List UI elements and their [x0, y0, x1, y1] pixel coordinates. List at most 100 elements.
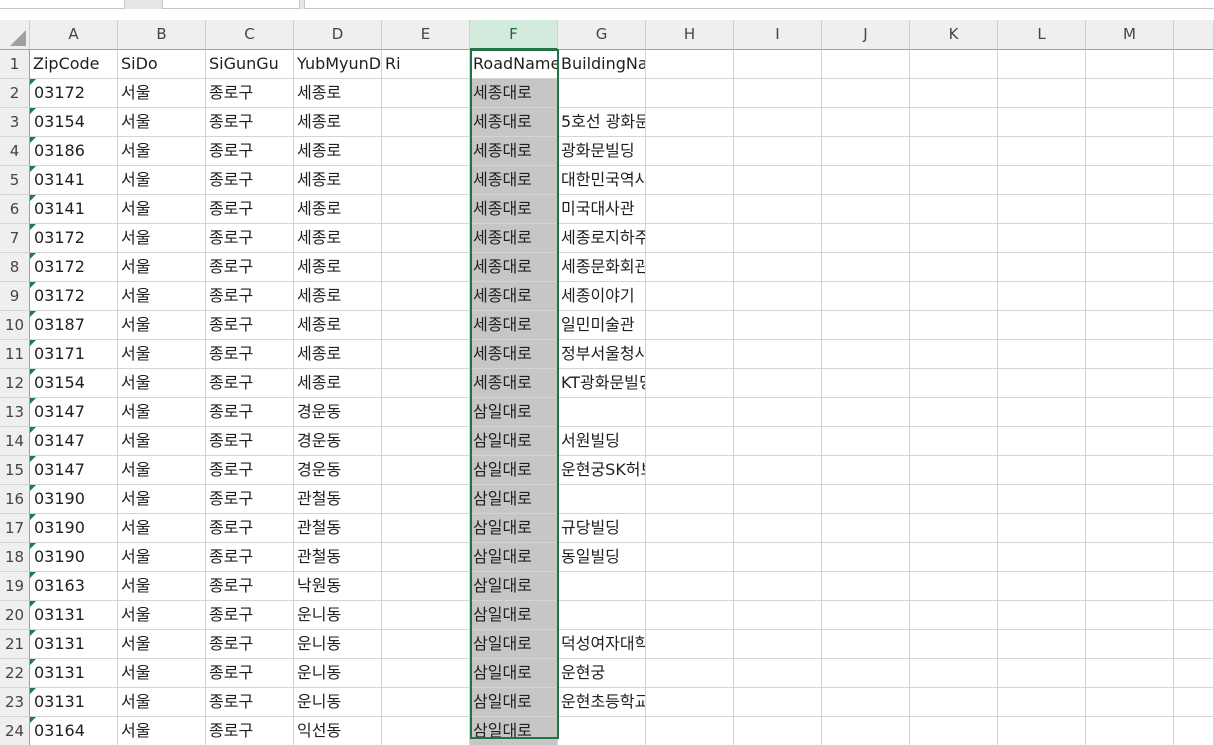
cell-m[interactable]	[1086, 50, 1174, 79]
cell-i[interactable]	[734, 688, 822, 717]
cell-a[interactable]: 03147	[30, 456, 118, 485]
cell-i[interactable]	[734, 79, 822, 108]
cell-i[interactable]	[734, 108, 822, 137]
cell-k[interactable]	[910, 630, 998, 659]
cell-g[interactable]: 광화문빌딩	[558, 137, 646, 166]
cell-d[interactable]: 관철동	[294, 514, 382, 543]
cell-n[interactable]	[1174, 108, 1214, 137]
cell-e[interactable]	[382, 137, 470, 166]
cell-c[interactable]: 종로구	[206, 166, 294, 195]
cell-e[interactable]	[382, 485, 470, 514]
row-header[interactable]: 8	[0, 253, 30, 282]
cell-f[interactable]: 세종대로	[470, 108, 558, 137]
cell-e[interactable]	[382, 166, 470, 195]
cell-a[interactable]: 03190	[30, 543, 118, 572]
cell-b[interactable]: 서울	[118, 108, 206, 137]
cell-m[interactable]	[1086, 282, 1174, 311]
cell-j[interactable]	[822, 282, 910, 311]
cell-e[interactable]	[382, 543, 470, 572]
cell-h[interactable]	[646, 195, 734, 224]
cell-d[interactable]: 세종로	[294, 340, 382, 369]
cell-j[interactable]	[822, 659, 910, 688]
cell-j[interactable]	[822, 195, 910, 224]
cell-h[interactable]	[646, 108, 734, 137]
cell-k[interactable]	[910, 137, 998, 166]
cell-h[interactable]	[646, 137, 734, 166]
cell-d[interactable]: 세종로	[294, 282, 382, 311]
cell-n[interactable]	[1174, 659, 1214, 688]
cell-h[interactable]	[646, 253, 734, 282]
cell-j[interactable]	[822, 369, 910, 398]
cell-k[interactable]	[910, 398, 998, 427]
cell-m[interactable]	[1086, 224, 1174, 253]
cell-m[interactable]	[1086, 398, 1174, 427]
cell-i[interactable]	[734, 485, 822, 514]
cell-m[interactable]	[1086, 166, 1174, 195]
cell-c[interactable]: 종로구	[206, 195, 294, 224]
cell-k[interactable]	[910, 282, 998, 311]
cell-b[interactable]: 서울	[118, 311, 206, 340]
cell-l[interactable]	[998, 253, 1086, 282]
cell-m[interactable]	[1086, 456, 1174, 485]
cell-d[interactable]: 운니동	[294, 688, 382, 717]
cell-n[interactable]	[1174, 311, 1214, 340]
cell-g[interactable]: 5호선 광화문역	[558, 108, 646, 137]
cell-g[interactable]	[558, 398, 646, 427]
cell-g[interactable]: 규당빌딩	[558, 514, 646, 543]
row-header[interactable]: 23	[0, 688, 30, 717]
cell-n[interactable]	[1174, 50, 1214, 79]
cell-l[interactable]	[998, 398, 1086, 427]
cell-m[interactable]	[1086, 369, 1174, 398]
cell-g[interactable]: 일민미술관	[558, 311, 646, 340]
cell-i[interactable]	[734, 659, 822, 688]
cell-h[interactable]	[646, 369, 734, 398]
cell-a[interactable]: 03186	[30, 137, 118, 166]
cell-j[interactable]	[822, 456, 910, 485]
cell-j[interactable]	[822, 427, 910, 456]
cell-l[interactable]	[998, 50, 1086, 79]
cell-e[interactable]	[382, 369, 470, 398]
cell-a[interactable]: 03131	[30, 601, 118, 630]
cell-e[interactable]	[382, 253, 470, 282]
cell-j[interactable]	[822, 224, 910, 253]
cell-n[interactable]	[1174, 514, 1214, 543]
cell-k[interactable]	[910, 79, 998, 108]
cell-d[interactable]: 세종로	[294, 224, 382, 253]
cell-j[interactable]	[822, 108, 910, 137]
row-header[interactable]: 5	[0, 166, 30, 195]
cell-l[interactable]	[998, 369, 1086, 398]
cell-c[interactable]: 종로구	[206, 456, 294, 485]
worksheet-grid[interactable]: A B C D E F G H I J K L M 1 ZipCode SiDo SiGunGu YubMyunD…	[0, 20, 1214, 746]
cell-h[interactable]	[646, 398, 734, 427]
cell-m[interactable]	[1086, 514, 1174, 543]
cell-d[interactable]: YubMyunDong	[294, 50, 382, 79]
column-header-b[interactable]: B	[118, 20, 206, 50]
cell-m[interactable]	[1086, 688, 1174, 717]
cell-d[interactable]: 경운동	[294, 456, 382, 485]
cell-j[interactable]	[822, 340, 910, 369]
cell-c[interactable]: 종로구	[206, 253, 294, 282]
cell-b[interactable]: 서울	[118, 195, 206, 224]
cell-a[interactable]: 03147	[30, 427, 118, 456]
cell-c[interactable]: 종로구	[206, 688, 294, 717]
cell-k[interactable]	[910, 427, 998, 456]
cell-e[interactable]	[382, 427, 470, 456]
cell-f[interactable]: 삼일대로	[470, 543, 558, 572]
cell-i[interactable]	[734, 601, 822, 630]
cell-a[interactable]: 03190	[30, 514, 118, 543]
column-header-k[interactable]: K	[910, 20, 998, 50]
column-header-e[interactable]: E	[382, 20, 470, 50]
cell-e[interactable]	[382, 108, 470, 137]
cell-f[interactable]: 세종대로	[470, 311, 558, 340]
cell-m[interactable]	[1086, 311, 1174, 340]
cell-n[interactable]	[1174, 543, 1214, 572]
cell-k[interactable]	[910, 688, 998, 717]
row-header[interactable]: 10	[0, 311, 30, 340]
cell-d[interactable]: 관철동	[294, 543, 382, 572]
row-header[interactable]: 21	[0, 630, 30, 659]
cell-k[interactable]	[910, 50, 998, 79]
cell-j[interactable]	[822, 137, 910, 166]
cell-e[interactable]	[382, 572, 470, 601]
name-box[interactable]	[0, 0, 125, 9]
cell-i[interactable]	[734, 456, 822, 485]
